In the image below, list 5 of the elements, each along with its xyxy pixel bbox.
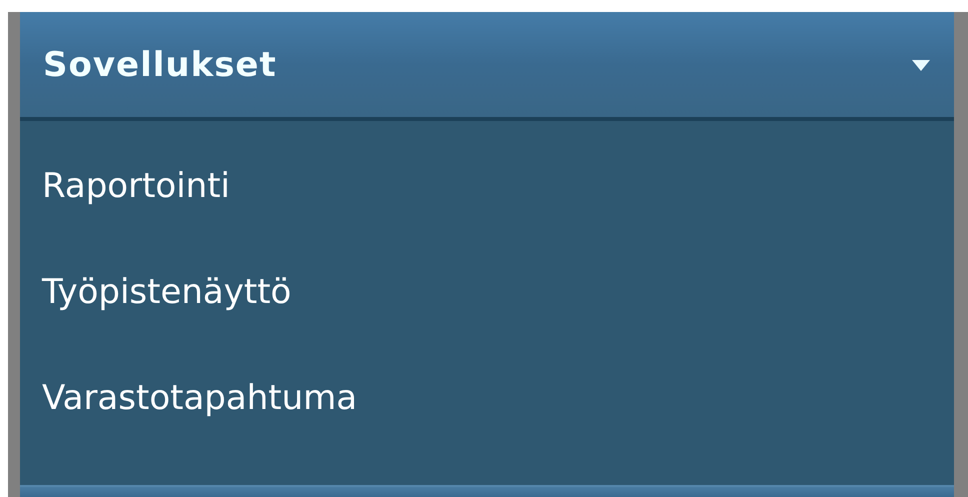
menu-item[interactable]: Työpistenäyttö: [20, 239, 954, 345]
menu-header[interactable]: Sovellukset: [20, 12, 954, 121]
menu-item[interactable]: Raportointi: [20, 133, 954, 239]
menu-title: Sovellukset: [43, 44, 277, 84]
menu-item[interactable]: Varastotapahtuma: [20, 345, 954, 451]
